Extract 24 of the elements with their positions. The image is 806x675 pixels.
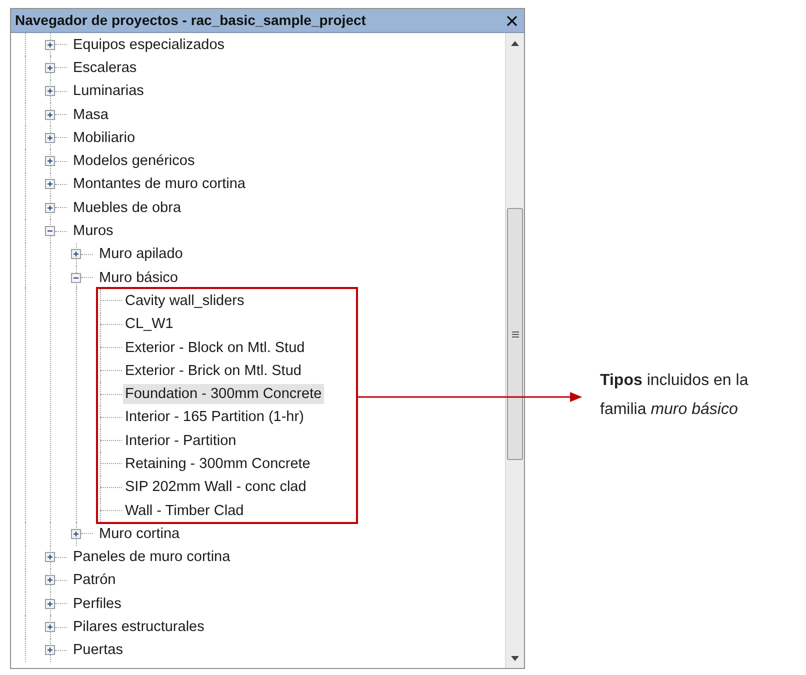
expand-icon[interactable] (45, 622, 55, 632)
expand-icon[interactable] (45, 62, 55, 73)
expand-icon[interactable] (45, 132, 55, 143)
expand-icon[interactable] (45, 575, 55, 586)
down-arrow-icon (511, 656, 519, 660)
expand-icon[interactable] (45, 645, 55, 656)
expand-icon[interactable] (45, 110, 55, 120)
grip-icon (512, 330, 518, 338)
up-arrow-icon (511, 40, 519, 46)
tree-item[interactable]: Foundation - 300mm Concrete (123, 384, 324, 404)
collapse-icon[interactable] (45, 226, 55, 236)
expand-icon[interactable] (45, 156, 55, 166)
expand-icon[interactable] (45, 40, 55, 50)
expand-icon[interactable] (71, 528, 81, 539)
expand-icon[interactable] (45, 202, 55, 213)
scrollbar-thumb[interactable] (507, 208, 523, 460)
callout-text: Tipos incluidos en la familia muro básico (600, 371, 750, 420)
expand-icon[interactable] (45, 598, 55, 609)
expand-icon[interactable] (71, 249, 81, 260)
window-title: Navegador de proyectos - rac_basic_sample_project (15, 11, 366, 30)
expand-icon[interactable] (45, 179, 55, 190)
expand-icon[interactable] (45, 552, 55, 562)
expand-icon[interactable] (45, 86, 55, 96)
collapse-icon[interactable] (71, 272, 81, 283)
